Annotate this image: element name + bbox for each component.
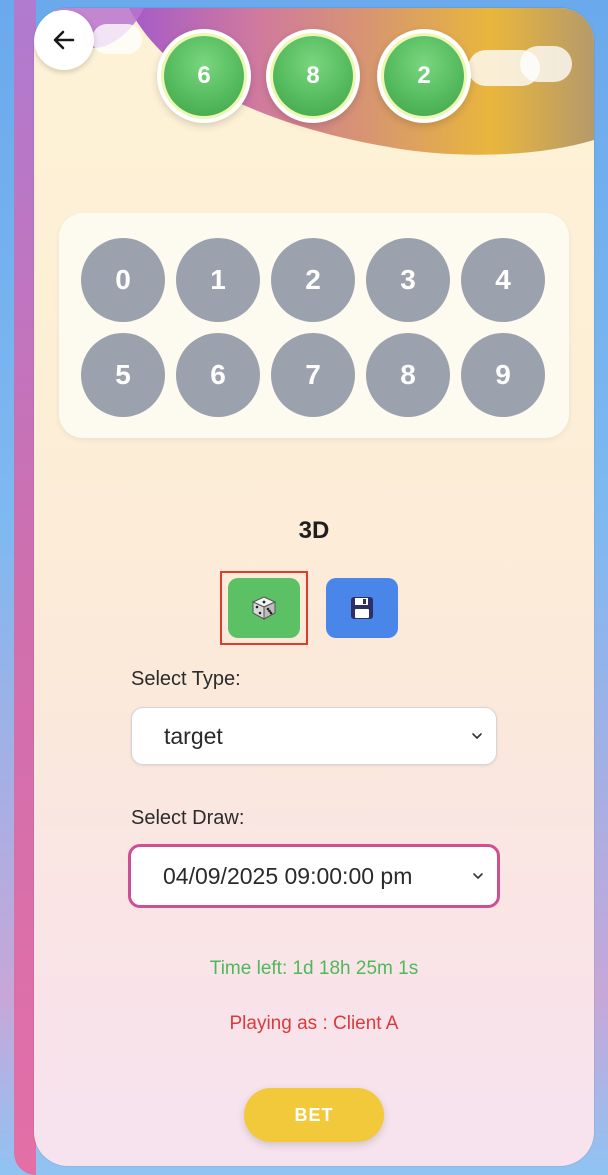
random-pick-button[interactable] <box>228 578 300 638</box>
playing-as-text: Playing as : Client A <box>229 1013 399 1034</box>
header-cloud <box>520 46 572 82</box>
number-key-0[interactable]: 0 <box>81 238 165 322</box>
bet-button[interactable]: BET <box>244 1088 384 1142</box>
frame-edge <box>14 0 36 1175</box>
save-button[interactable] <box>326 578 398 638</box>
back-button[interactable] <box>34 10 94 70</box>
select-type-value: target <box>164 722 223 749</box>
drawn-ball: 2 <box>377 29 471 123</box>
select-draw-value: 04/09/2025 09:00:00 pm <box>163 862 413 889</box>
arrow-left-icon <box>53 30 75 50</box>
time-left-text: Time left: 1d 18h 25m 1s <box>209 958 419 979</box>
game-type-label: 3D <box>298 517 330 544</box>
header-cloud <box>92 24 142 54</box>
drawn-ball-number: 6 <box>164 36 244 116</box>
number-key-8[interactable]: 8 <box>366 333 450 417</box>
number-key-7[interactable]: 7 <box>271 333 355 417</box>
number-key-4[interactable]: 4 <box>461 238 545 322</box>
drawn-ball-number: 2 <box>384 36 464 116</box>
drawn-ball: 6 <box>157 29 251 123</box>
chevron-down-icon <box>473 873 483 879</box>
select-type-dropdown[interactable]: target <box>131 707 497 765</box>
number-key-6[interactable]: 6 <box>176 333 260 417</box>
select-draw-label: Select Draw: <box>131 807 245 829</box>
number-keypad: 0 1 2 3 4 5 6 7 8 9 <box>59 213 569 438</box>
select-type-label: Select Type: <box>131 668 241 690</box>
number-key-3[interactable]: 3 <box>366 238 450 322</box>
floppy-disk-icon <box>351 597 373 619</box>
number-key-5[interactable]: 5 <box>81 333 165 417</box>
dice-icon <box>251 596 277 620</box>
chevron-down-icon <box>472 733 482 739</box>
select-draw-dropdown[interactable]: 04/09/2025 09:00:00 pm <box>128 844 500 908</box>
number-key-9[interactable]: 9 <box>461 333 545 417</box>
number-key-2[interactable]: 2 <box>271 238 355 322</box>
drawn-ball: 8 <box>266 29 360 123</box>
drawn-ball-number: 8 <box>273 36 353 116</box>
number-key-1[interactable]: 1 <box>176 238 260 322</box>
lottery-card: 6 8 2 0 1 2 3 4 5 6 7 8 9 3D Select Type… <box>34 8 594 1166</box>
